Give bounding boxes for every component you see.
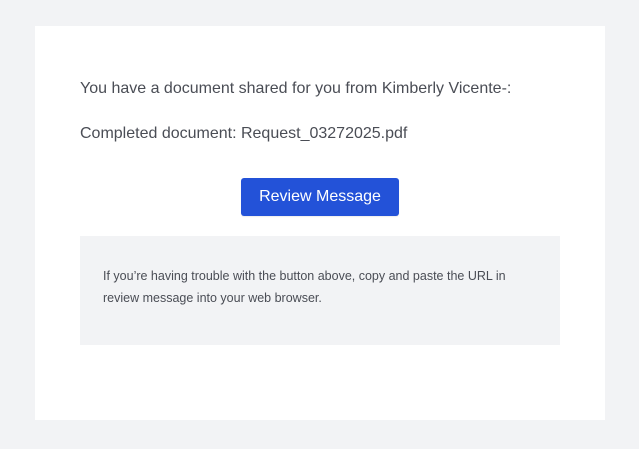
help-notice-box: If you’re having trouble with the button… — [80, 236, 560, 345]
help-notice-text: If you’re having trouble with the button… — [103, 269, 506, 305]
email-card: You have a document shared for you from … — [35, 26, 605, 420]
share-intro-text: You have a document shared for you from … — [80, 80, 512, 97]
review-message-button[interactable]: Review Message — [241, 178, 399, 216]
document-name-text: Completed document: Request_03272025.pdf — [80, 125, 408, 142]
